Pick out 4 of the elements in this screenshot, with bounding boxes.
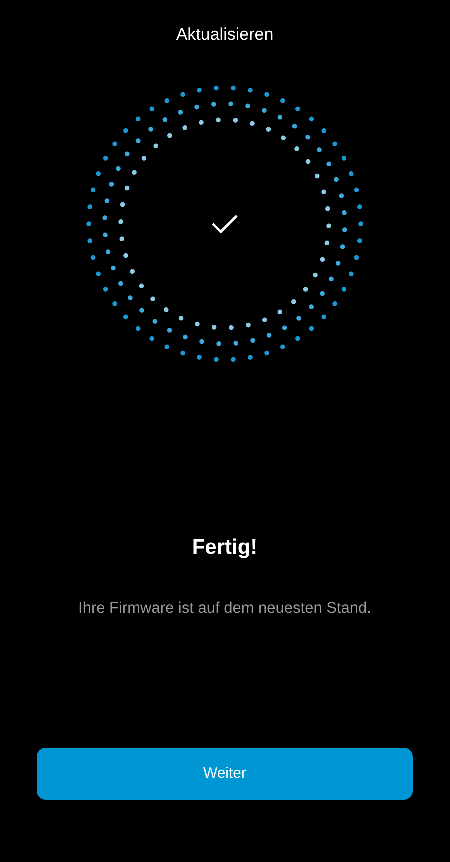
continue-button[interactable]: Weiter — [37, 748, 413, 800]
screen-title: Aktualisieren — [176, 24, 274, 46]
status-heading: Fertig! — [192, 534, 258, 560]
status-message: Ihre Firmware ist auf dem neuesten Stand. — [78, 599, 372, 619]
